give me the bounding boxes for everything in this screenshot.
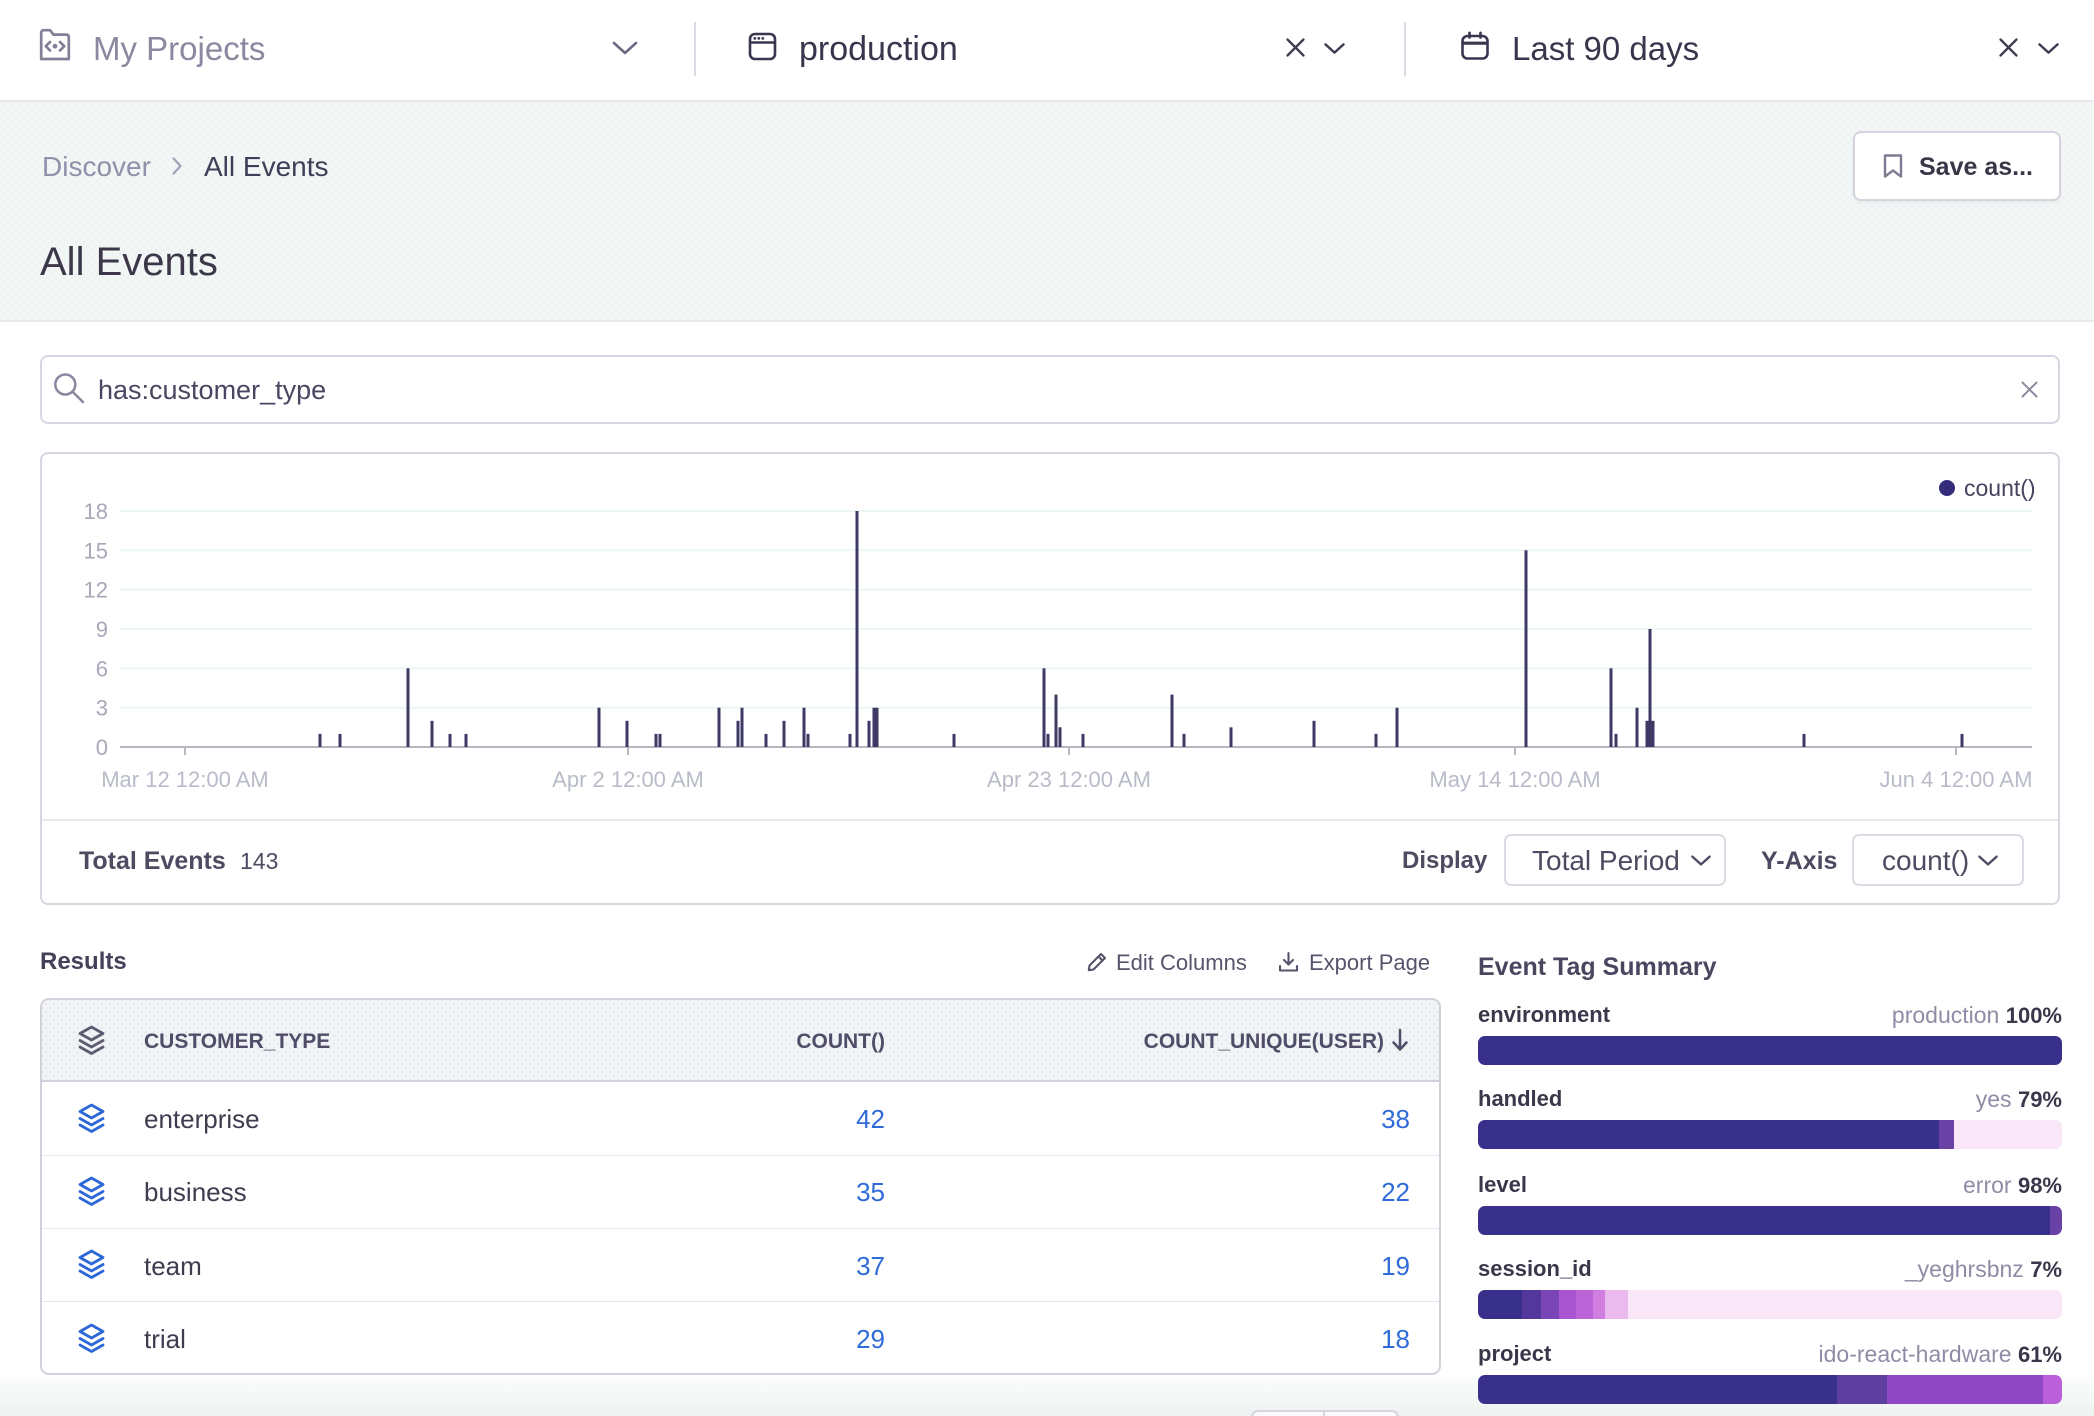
- svg-text:0: 0: [96, 735, 108, 760]
- svg-text:Apr 2 12:00 AM: Apr 2 12:00 AM: [552, 767, 704, 792]
- svg-text:18: 18: [84, 499, 108, 524]
- svg-text:3: 3: [96, 696, 108, 721]
- svg-text:Apr 23 12:00 AM: Apr 23 12:00 AM: [987, 767, 1151, 792]
- svg-text:15: 15: [84, 538, 108, 563]
- svg-text:12: 12: [84, 578, 108, 603]
- svg-text:Mar 12 12:00 AM: Mar 12 12:00 AM: [101, 767, 269, 792]
- svg-text:9: 9: [96, 617, 108, 642]
- svg-text:Jun 4 12:00 AM: Jun 4 12:00 AM: [1880, 767, 2033, 792]
- svg-text:count(): count(): [1964, 475, 2036, 501]
- svg-text:May 14 12:00 AM: May 14 12:00 AM: [1429, 767, 1600, 792]
- svg-text:6: 6: [96, 656, 108, 681]
